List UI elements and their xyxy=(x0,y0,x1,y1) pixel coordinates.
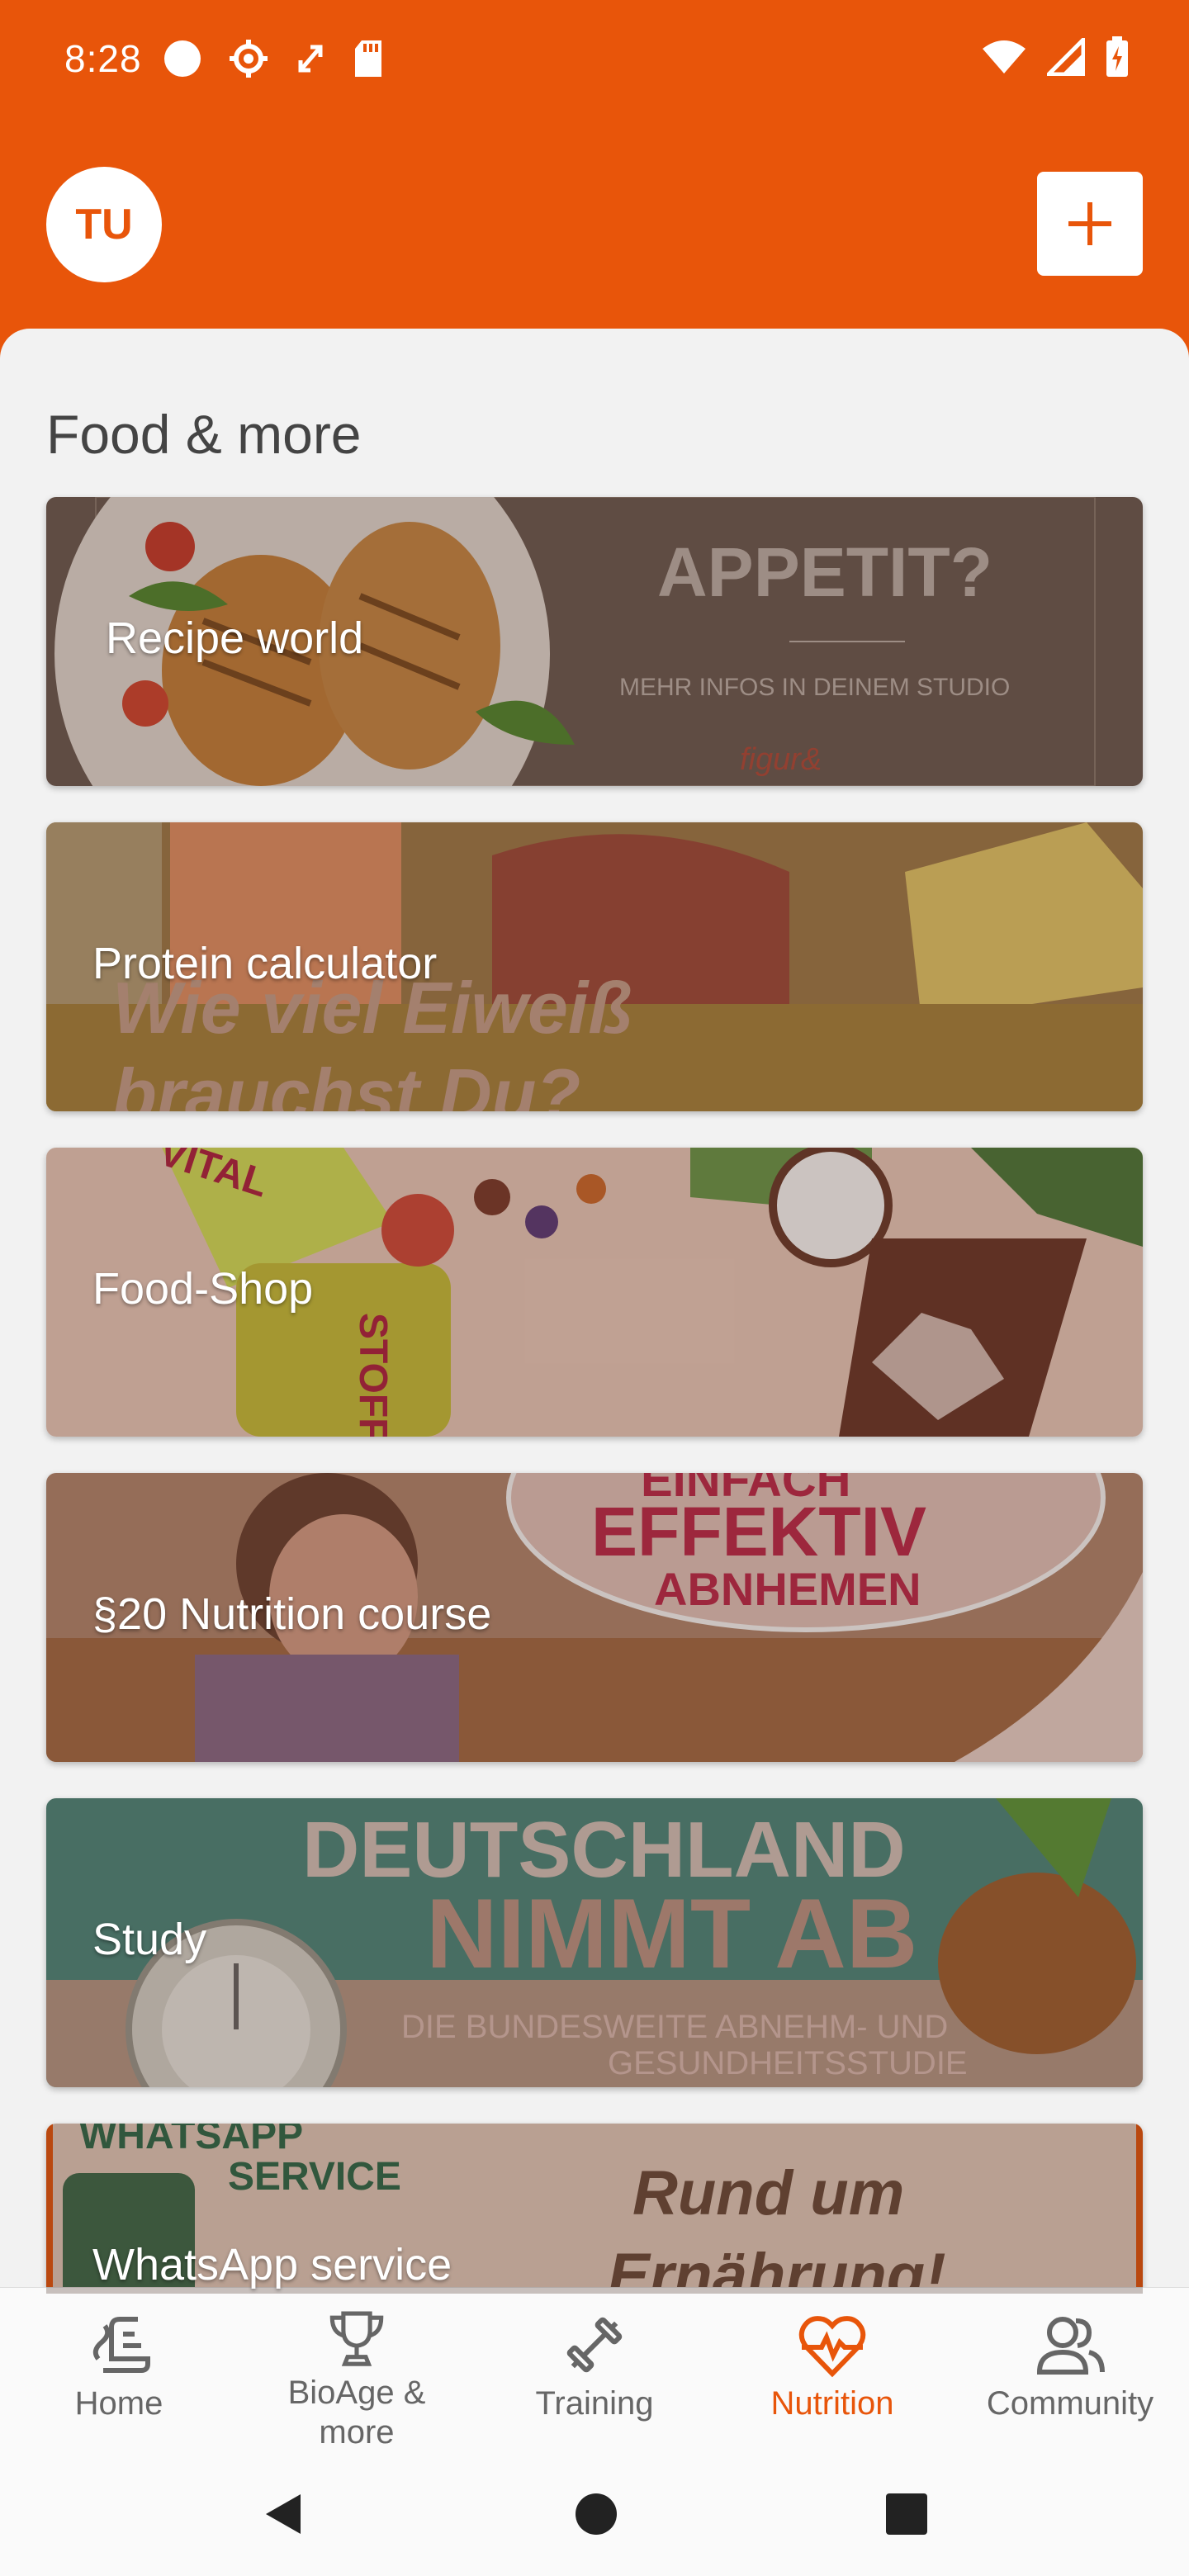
sd-card-icon xyxy=(355,40,381,77)
card-nutrition-course[interactable]: EINFACH EFFEKTIV ABNHEMEN §20 Nutrition … xyxy=(46,1473,1143,1762)
nav-label: Training xyxy=(535,2385,654,2422)
nav-label: Nutrition xyxy=(770,2385,894,2422)
nav-label: BioAge & more xyxy=(287,2375,426,2451)
card-label: §20 Nutrition course xyxy=(92,1589,492,1639)
nav-item-home[interactable]: Home xyxy=(0,2288,238,2452)
nav-label: Community xyxy=(986,2385,1154,2422)
add-button[interactable] xyxy=(1037,172,1143,276)
dumbbell-icon xyxy=(566,2317,623,2373)
signal-icon xyxy=(1047,38,1085,76)
status-notification-icons xyxy=(162,38,385,79)
status-time: 8:28 xyxy=(64,37,142,80)
trophy-icon xyxy=(329,2311,384,2366)
card-protein-calculator[interactable]: Wie viel Eiweiß brauchst Du? Protein cal… xyxy=(46,822,1143,1111)
nav-item-nutrition[interactable]: Nutrition xyxy=(713,2288,951,2452)
app-header: TU xyxy=(0,124,1189,330)
nav-item-bioage[interactable]: BioAge & more xyxy=(238,2288,476,2452)
user-avatar[interactable]: TU xyxy=(46,167,162,282)
status-system-icons xyxy=(981,36,1130,78)
nav-item-training[interactable]: Training xyxy=(476,2288,713,2452)
wifi-icon xyxy=(983,40,1026,73)
expand-notification-icon xyxy=(298,45,323,73)
community-icon xyxy=(1036,2317,1105,2375)
card-label: Recipe world xyxy=(106,613,364,663)
card-food-shop[interactable]: VITAL STOFFE Food-Shop xyxy=(46,1148,1143,1437)
home-circle-icon[interactable] xyxy=(573,2491,619,2537)
bottom-navigation: Home BioAge & more Training Nutrition Co… xyxy=(0,2287,1189,2452)
recents-icon[interactable] xyxy=(883,2491,930,2537)
content-area: Food & more APPETIT? MEHR INFOS IN DEINE… xyxy=(0,329,1189,2294)
card-recipe-world[interactable]: APPETIT? MEHR INFOS IN DEINEM STUDIO fig… xyxy=(46,497,1143,786)
system-navigation-bar xyxy=(0,2452,1189,2576)
nutrition-icon xyxy=(798,2316,866,2378)
card-whatsapp-service[interactable]: WHATSAPP SERVICE Rund um Ernährung! What… xyxy=(46,2124,1143,2294)
card-overlay xyxy=(46,1798,1143,2087)
settings-notification-icon xyxy=(230,40,268,78)
plus-icon xyxy=(1068,202,1111,245)
status-bar: 8:28 xyxy=(0,0,1189,124)
section-title: Food & more xyxy=(46,404,362,465)
card-study[interactable]: DEUTSCHLAND NIMMT AB DIE BUNDESWEITE ABN… xyxy=(46,1798,1143,2087)
card-label: Study xyxy=(92,1915,207,1964)
battery-icon xyxy=(1106,36,1128,77)
circle-notification-icon xyxy=(164,40,201,77)
card-label: Food-Shop xyxy=(92,1264,314,1314)
card-label: WhatsApp service xyxy=(92,2240,452,2290)
home-icon xyxy=(92,2317,150,2373)
nav-item-community[interactable]: Community xyxy=(951,2288,1189,2452)
back-icon[interactable] xyxy=(259,2489,309,2539)
card-label: Protein calculator xyxy=(92,939,438,988)
nav-label: Home xyxy=(74,2385,163,2422)
